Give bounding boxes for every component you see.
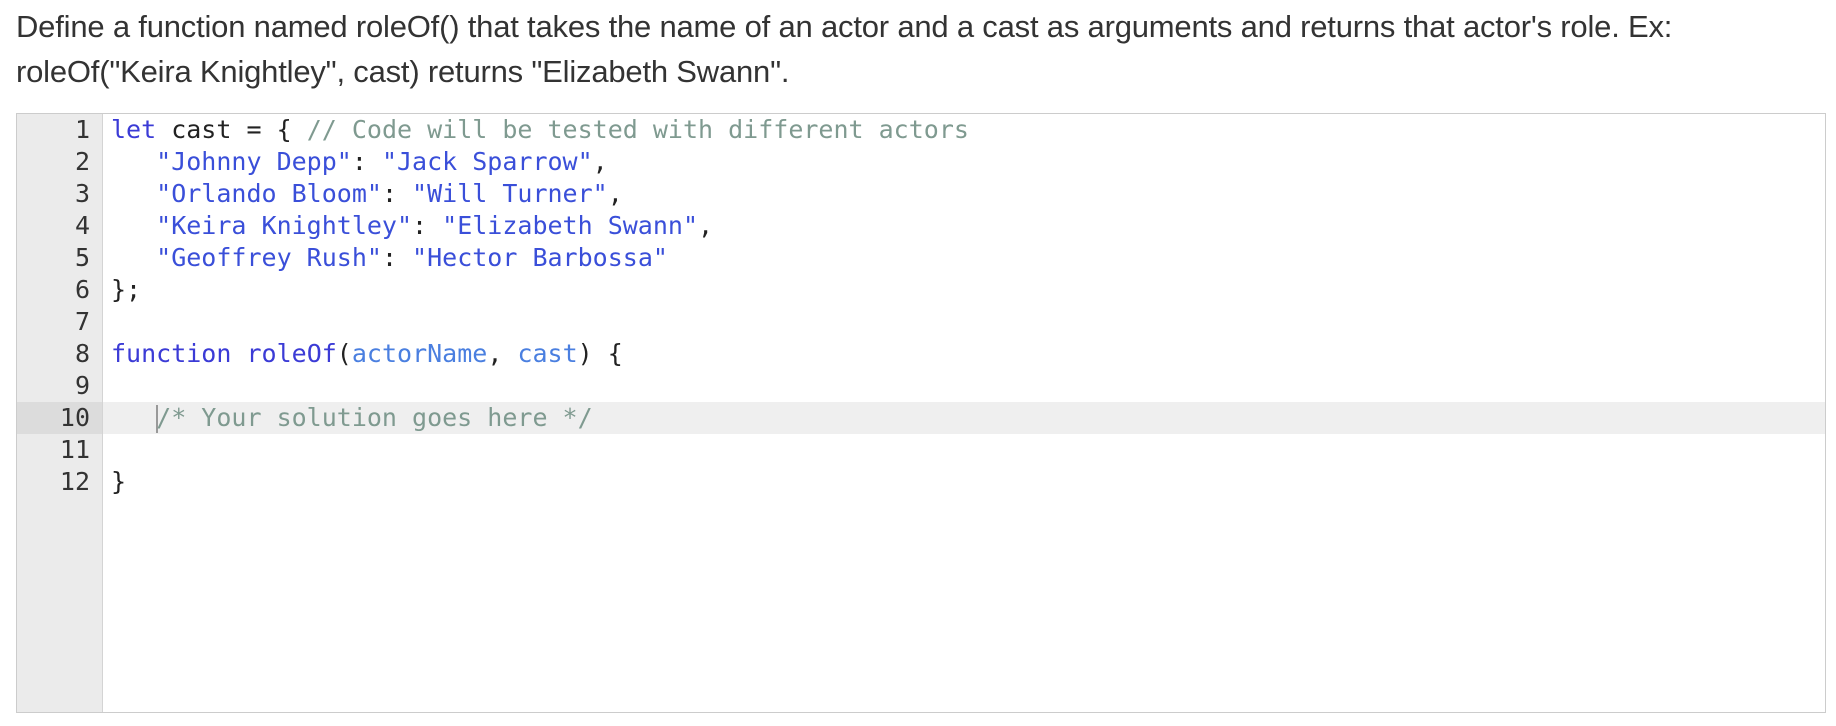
- line-code[interactable]: [103, 306, 1825, 338]
- line-code[interactable]: [103, 370, 1825, 402]
- line-code[interactable]: let cast = { // Code will be tested with…: [103, 114, 1825, 146]
- prompt-line-2: roleOf("Keira Knightley", cast) returns …: [16, 54, 790, 89]
- code-token: "Geoffrey Rush": [156, 243, 382, 272]
- line-code[interactable]: [103, 434, 1825, 466]
- code-token: {: [261, 115, 307, 144]
- code-token: =: [246, 115, 262, 144]
- code-token: /* Your solution goes here */: [156, 403, 593, 432]
- code-line[interactable]: 5 "Geoffrey Rush": "Hector Barbossa": [17, 242, 1825, 274]
- code-token: ) {: [577, 339, 623, 368]
- code-token: let: [111, 115, 157, 144]
- code-token: "Johnny Depp": [156, 147, 352, 176]
- code-line[interactable]: 6};: [17, 274, 1825, 306]
- code-token: roleOf: [246, 339, 337, 368]
- code-line[interactable]: 4 "Keira Knightley": "Elizabeth Swann",: [17, 210, 1825, 242]
- line-code[interactable]: };: [103, 274, 1825, 306]
- line-code[interactable]: "Johnny Depp": "Jack Sparrow",: [103, 146, 1825, 178]
- code-token: "Hector Barbossa": [412, 243, 668, 272]
- code-token: ,: [698, 211, 714, 240]
- line-number: 12: [59, 467, 90, 496]
- code-line[interactable]: 1 let cast = { // Code will be tested wit…: [17, 114, 1825, 146]
- line-number: 9: [74, 371, 90, 400]
- code-line[interactable]: 9: [17, 370, 1825, 402]
- code-token: actorName: [351, 339, 488, 368]
- line-number: 10: [17, 402, 102, 434]
- code-token: :: [381, 243, 413, 272]
- line-number: 2: [74, 147, 90, 176]
- code-token: ,: [592, 147, 608, 176]
- code-token: cast: [156, 115, 247, 144]
- code-token: ,: [487, 339, 518, 368]
- code-token: "Elizabeth Swann": [442, 211, 699, 240]
- code-line[interactable]: 2 "Johnny Depp": "Jack Sparrow",: [17, 146, 1825, 178]
- code-lines[interactable]: 1 let cast = { // Code will be tested wit…: [17, 114, 1825, 498]
- line-number: 6: [74, 275, 90, 304]
- line-number: 3: [74, 179, 90, 208]
- code-line[interactable]: 11: [17, 434, 1825, 466]
- code-token: };: [111, 275, 142, 304]
- line-number: 1: [74, 115, 90, 144]
- code-token: "Keira Knightley": [156, 211, 413, 240]
- code-token: }: [111, 467, 127, 496]
- question-prompt: Define a function named roleOf() that ta…: [16, 4, 1816, 94]
- code-token: cast: [517, 339, 578, 368]
- code-token: "Will Turner": [412, 179, 608, 208]
- line-code[interactable]: }: [103, 466, 1825, 498]
- line-number: 5: [74, 243, 90, 272]
- code-line[interactable]: 8 function roleOf(actorName, cast) {: [17, 338, 1825, 370]
- code-token: // Code will be tested with different ac…: [306, 115, 969, 144]
- line-code[interactable]: /* Your solution goes here */: [103, 402, 1825, 434]
- code-token: function: [111, 339, 232, 368]
- code-line[interactable]: 7: [17, 306, 1825, 338]
- code-token: :: [412, 211, 443, 240]
- code-token: :: [381, 179, 413, 208]
- line-code[interactable]: "Orlando Bloom": "Will Turner",: [103, 178, 1825, 210]
- code-line[interactable]: 12}: [17, 466, 1825, 498]
- code-token: ,: [607, 179, 623, 208]
- line-number: 11: [59, 435, 90, 464]
- code-token: "Orlando Bloom": [156, 179, 382, 208]
- line-number: 4: [74, 211, 90, 240]
- line-code[interactable]: "Geoffrey Rush": "Hector Barbossa": [103, 242, 1825, 274]
- code-editor[interactable]: 1 let cast = { // Code will be tested wit…: [16, 113, 1826, 713]
- code-token: "Jack Sparrow": [381, 147, 593, 176]
- code-line[interactable]: 3 "Orlando Bloom": "Will Turner",: [17, 178, 1825, 210]
- line-number: 7: [74, 307, 90, 336]
- code-line[interactable]: 10 /* Your solution goes here */: [17, 402, 1825, 434]
- line-code[interactable]: "Keira Knightley": "Elizabeth Swann",: [103, 210, 1825, 242]
- line-number: 8: [74, 339, 90, 368]
- code-token: (: [336, 339, 352, 368]
- prompt-line-1: Define a function named roleOf() that ta…: [16, 9, 1673, 44]
- code-token: :: [351, 147, 382, 176]
- line-code[interactable]: function roleOf(actorName, cast) {: [103, 338, 1825, 370]
